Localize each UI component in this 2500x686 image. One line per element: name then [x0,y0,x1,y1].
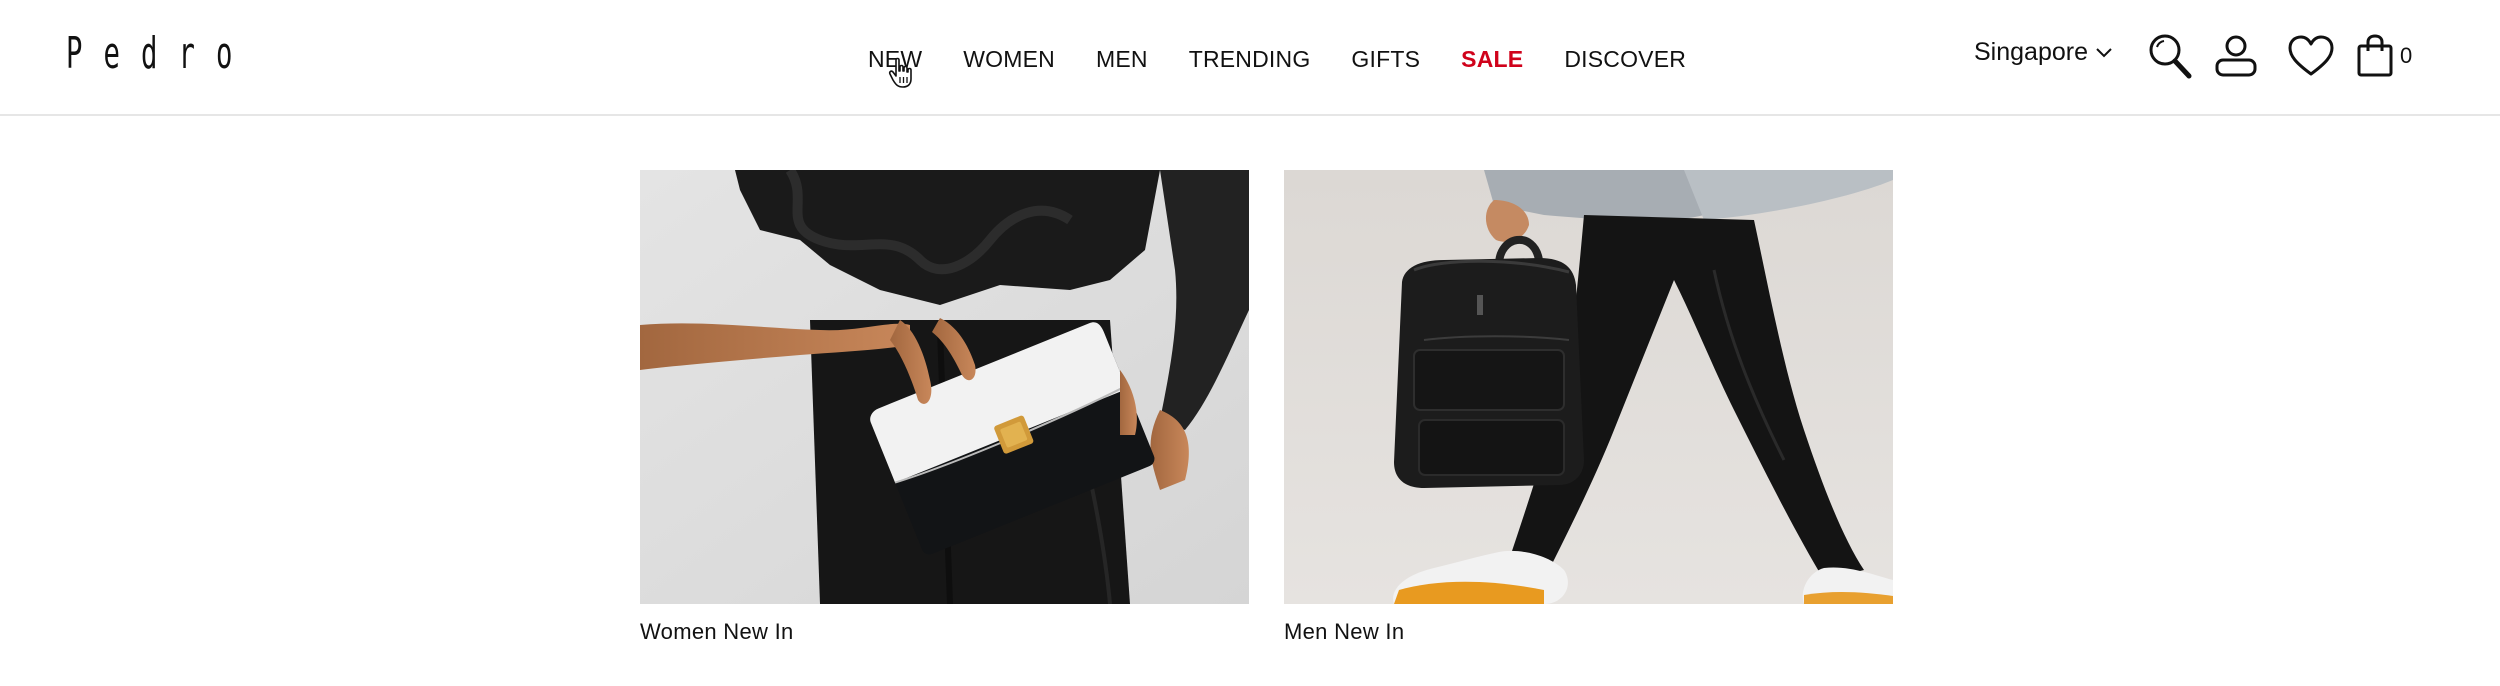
nav-item-men[interactable]: MEN [1096,46,1148,73]
nav-item-gifts[interactable]: GIFTS [1351,46,1420,73]
search-button[interactable] [2148,33,2192,79]
cart-button[interactable]: 0 [2356,34,2412,78]
shopping-bag-icon [2357,34,2393,77]
account-button[interactable] [2214,34,2258,78]
chevron-down-icon [2096,47,2112,57]
heart-icon [2288,35,2334,76]
category-tiles: Women New In Men New In [640,170,1893,645]
region-label: Singapore [1974,38,2088,66]
hand-cursor-icon [888,57,912,88]
search-icon [2149,34,2192,79]
site-header: Pedro NEW WOMEN MEN TRENDING GIFTS SALE … [0,0,2500,116]
women-handbag-photo [640,170,1249,604]
nav-item-sale[interactable]: SALE [1461,46,1523,73]
tile-women-new-in[interactable]: Women New In [640,170,1249,645]
tile-men-new-in[interactable]: Men New In [1284,170,1893,645]
tile-caption-women[interactable]: Women New In [640,619,1249,645]
brand-logo[interactable]: Pedro [66,30,368,78]
user-icon [2215,35,2257,77]
main-nav: NEW WOMEN MEN TRENDING GIFTS SALE DISCOV… [868,42,1727,76]
nav-item-trending[interactable]: TRENDING [1189,46,1311,73]
men-new-in-image[interactable] [1284,170,1893,604]
nav-item-women[interactable]: WOMEN [963,46,1055,73]
tile-caption-men[interactable]: Men New In [1284,619,1893,645]
wishlist-button[interactable] [2288,35,2334,77]
header-icons: 0 [2148,28,2412,84]
men-backpack-photo [1284,170,1893,604]
cart-count: 0 [2400,43,2413,68]
women-new-in-image[interactable] [640,170,1249,604]
nav-item-discover[interactable]: DISCOVER [1564,46,1686,73]
brand-logo-text: Pedro [66,28,254,79]
region-selector[interactable]: Singapore [1974,38,2112,67]
